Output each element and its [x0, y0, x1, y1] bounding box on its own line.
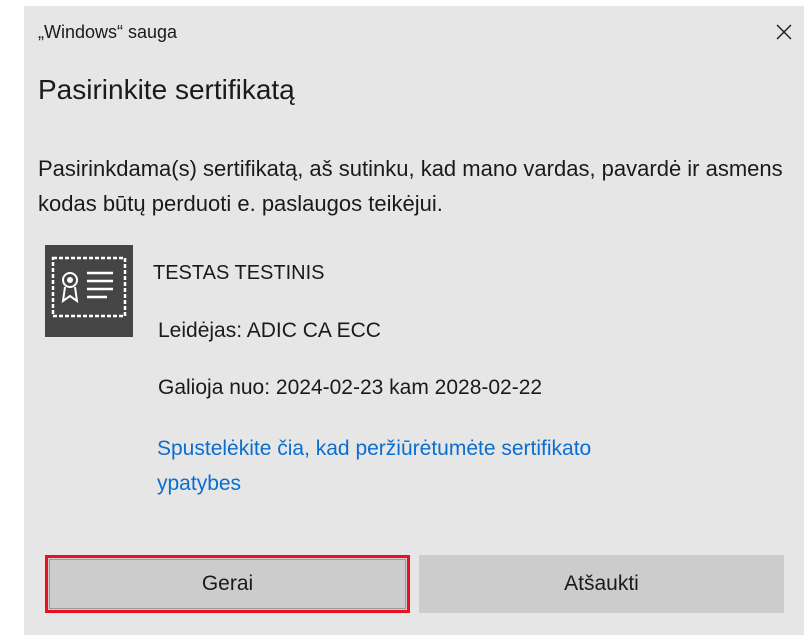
certificate-icon	[45, 245, 133, 337]
cancel-button[interactable]: Atšaukti	[419, 555, 784, 613]
dialog-description: Pasirinkdama(s) sertifikatą, aš sutinku,…	[38, 156, 783, 216]
dialog-heading: Pasirinkite sertifikatą	[38, 74, 295, 105]
certificate-dialog: „Windows“ sauga Pasirinkite sertifikatą …	[24, 6, 804, 635]
close-icon	[776, 24, 792, 40]
certificate-issuer: Leidėjas: ADIC CA ECC	[158, 319, 381, 342]
close-button[interactable]	[766, 14, 802, 50]
certificate-details-link[interactable]: Spustelėkite čia, kad peržiūrėtumėte ser…	[157, 431, 637, 501]
certificate-name[interactable]: TESTAS TESTINIS	[153, 262, 325, 285]
window-title: „Windows“ sauga	[38, 22, 178, 42]
focus-ring	[49, 559, 406, 609]
ok-button[interactable]: Gerai	[45, 555, 410, 613]
cancel-button-label: Atšaukti	[564, 572, 639, 595]
certificate-validity: Galioja nuo: 2024-02-23 kam 2028-02-22	[158, 376, 543, 399]
